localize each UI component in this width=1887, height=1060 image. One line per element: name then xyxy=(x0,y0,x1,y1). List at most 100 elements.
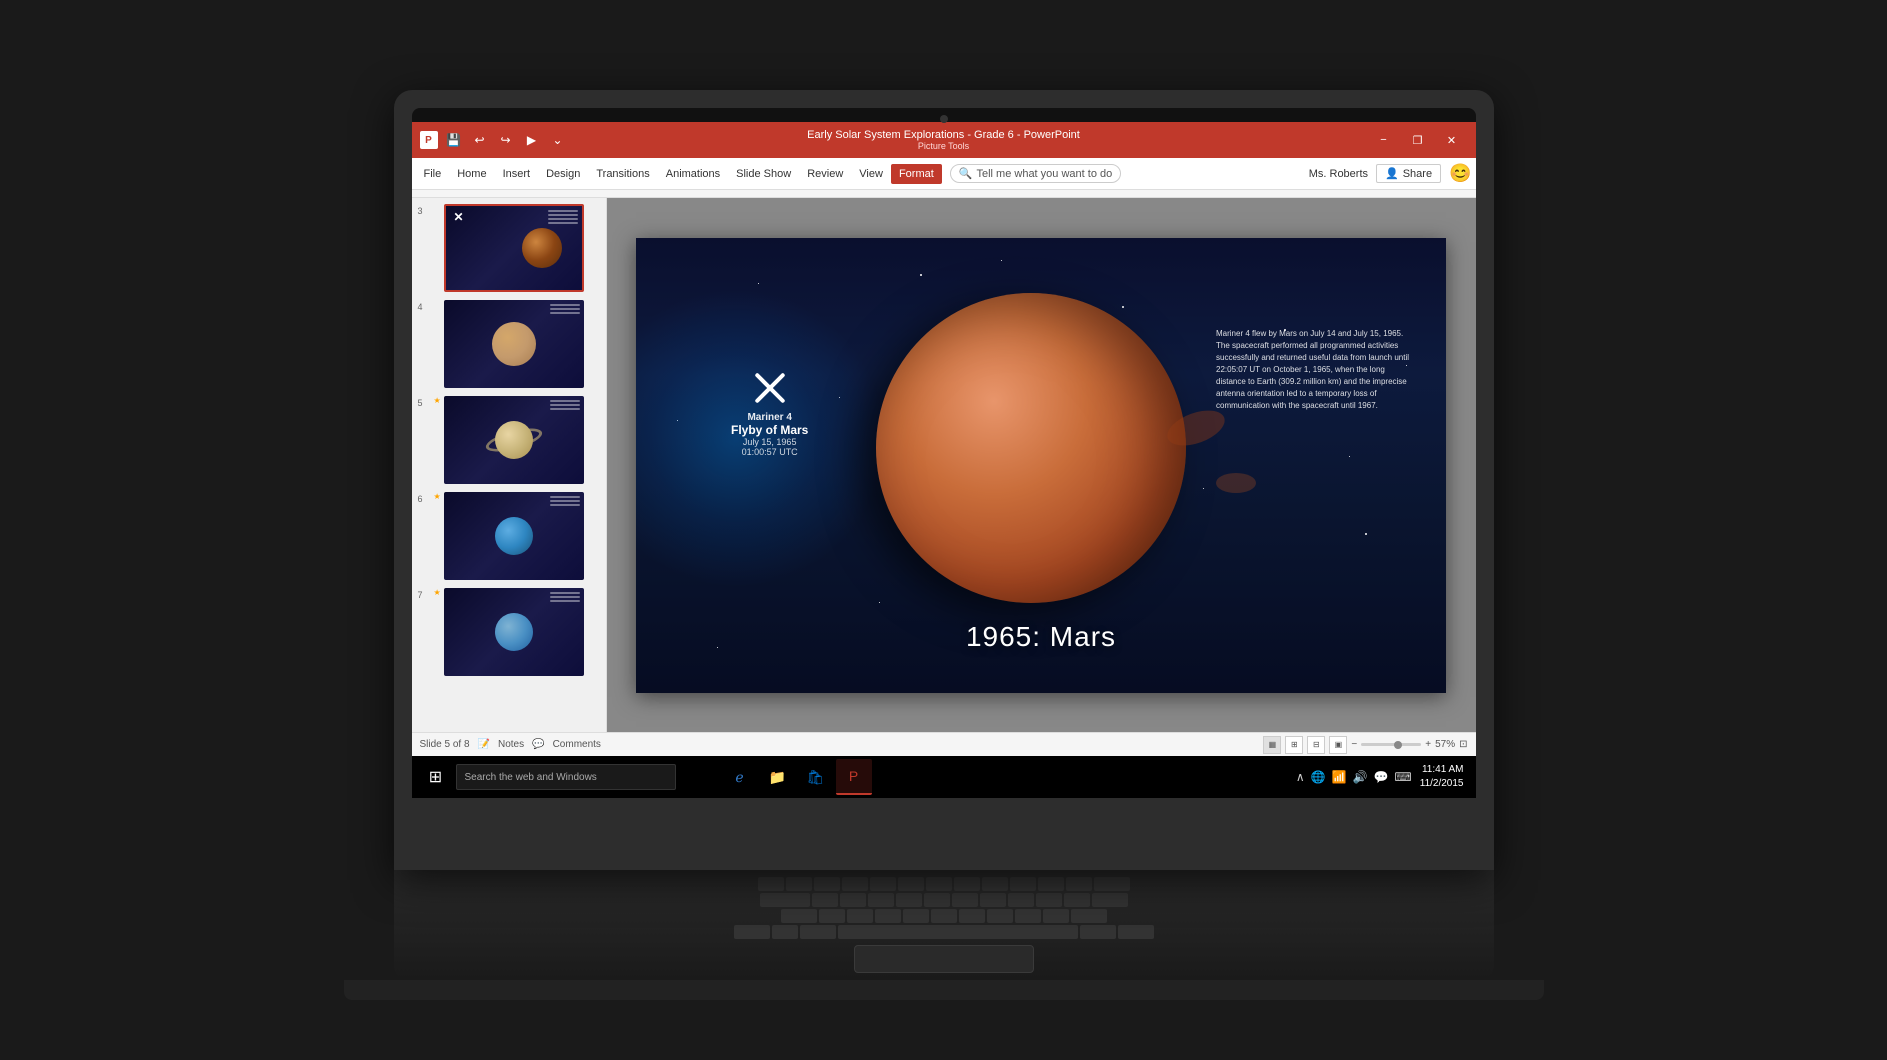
presentation-mode-button[interactable]: ▶ xyxy=(522,130,542,150)
mariner-event-title: Flyby of Mars xyxy=(731,423,808,437)
key-q xyxy=(758,877,784,891)
expand-tray-icon[interactable]: ∧ xyxy=(1296,770,1305,784)
menu-file[interactable]: File xyxy=(416,164,450,184)
taskbar-search[interactable]: Search the web and Windows xyxy=(456,764,676,790)
powerpoint-taskbar-icon[interactable]: P xyxy=(836,759,872,795)
key-i xyxy=(954,877,980,891)
menu-home[interactable]: Home xyxy=(449,164,494,184)
tell-me-text: Tell me what you want to do xyxy=(976,168,1112,180)
mariner-date: July 15, 1965 xyxy=(731,437,808,447)
key-u xyxy=(926,877,952,891)
key-n xyxy=(959,909,985,923)
slide-panel[interactable]: 3 ✕ xyxy=(412,198,607,732)
ribbon-area xyxy=(412,190,1476,198)
mariner-marker: Mariner 4 Flyby of Mars July 15, 1965 01… xyxy=(731,368,808,457)
slide-item-4[interactable]: 4 xyxy=(416,298,602,390)
key-shift-r xyxy=(1071,909,1107,923)
taskbar-right: ∧ 🌐 📶 🔊 💬 ⌨ 11:41 AM 11/2/2015 xyxy=(1296,763,1468,791)
slide-star-5: ★ xyxy=(434,396,444,405)
menu-animations[interactable]: Animations xyxy=(658,164,728,184)
key-d xyxy=(868,893,894,907)
slide-number-4: 4 xyxy=(418,302,434,312)
key-f xyxy=(896,893,922,907)
search-icon: 🔍 xyxy=(959,167,973,180)
key-alt-r xyxy=(1080,925,1116,939)
key-k xyxy=(1008,893,1034,907)
trackpad[interactable] xyxy=(854,945,1034,973)
wifi-icon[interactable]: 📶 xyxy=(1332,770,1347,784)
slide-thumb-6 xyxy=(444,492,584,580)
slide-display: Mariner 4 Flyby of Mars July 15, 1965 01… xyxy=(636,238,1446,693)
minimize-button[interactable]: − xyxy=(1368,129,1400,151)
undo-button[interactable]: ↩ xyxy=(470,130,490,150)
slide3-planet xyxy=(522,228,562,268)
zoom-percent: 57% xyxy=(1435,739,1455,750)
task-view-button[interactable]: ⧉ xyxy=(684,759,720,795)
presenter-view-button[interactable]: ▣ xyxy=(1329,736,1347,754)
redo-button[interactable]: ↪ xyxy=(496,130,516,150)
title-bar-left: P 💾 ↩ ↪ ▶ ⌄ xyxy=(420,130,568,150)
network-icon[interactable]: 🌐 xyxy=(1311,770,1326,784)
slide4-lines xyxy=(550,304,580,314)
status-bar: Slide 5 of 8 📝 Notes 💬 Comments ▦ ⊞ ⊟ ▣ … xyxy=(412,732,1476,756)
slide-item-7[interactable]: 7 ★ xyxy=(416,586,602,678)
slide7-lines xyxy=(550,592,580,602)
key-bracket xyxy=(1038,877,1064,891)
key-backspace xyxy=(1094,877,1130,891)
key-period xyxy=(1043,909,1069,923)
key-z xyxy=(819,909,845,923)
close-button[interactable]: ✕ xyxy=(1436,129,1468,151)
share-button[interactable]: 👤 Share xyxy=(1376,164,1441,183)
zoom-slider[interactable] xyxy=(1361,743,1421,746)
slide-number-3: 3 xyxy=(418,206,434,216)
slide-item-3[interactable]: 3 ✕ xyxy=(416,202,602,294)
store-icon[interactable]: 🛍 xyxy=(798,759,834,795)
key-o xyxy=(982,877,1008,891)
mars-surface-detail-2 xyxy=(1216,473,1256,493)
menu-slideshow[interactable]: Slide Show xyxy=(728,164,799,184)
save-button[interactable]: 💾 xyxy=(444,130,464,150)
menu-view[interactable]: View xyxy=(851,164,891,184)
edge-icon[interactable]: ℯ xyxy=(722,759,758,795)
notes-icon: 📝 xyxy=(478,739,490,750)
reading-view-button[interactable]: ⊟ xyxy=(1307,736,1325,754)
slide-canvas[interactable]: Mariner 4 Flyby of Mars July 15, 1965 01… xyxy=(607,198,1476,732)
start-button[interactable]: ⊞ xyxy=(420,761,452,793)
slide6-lines xyxy=(550,496,580,506)
mariner-name: Mariner 4 xyxy=(731,412,808,423)
key-b xyxy=(931,909,957,923)
slide5-lines xyxy=(550,400,580,410)
normal-view-button[interactable]: ▦ xyxy=(1263,736,1281,754)
mariner-label: Mariner 4 Flyby of Mars July 15, 1965 01… xyxy=(731,412,808,457)
comments-button[interactable]: Comments xyxy=(553,739,601,750)
menu-format[interactable]: Format xyxy=(891,164,942,184)
keyboard-icon[interactable]: ⌨ xyxy=(1394,770,1411,784)
fit-slide-button[interactable]: ⊡ xyxy=(1459,739,1467,750)
notes-button[interactable]: Notes xyxy=(498,739,524,750)
key-shift-l xyxy=(781,909,817,923)
menu-insert[interactable]: Insert xyxy=(495,164,539,184)
menu-review[interactable]: Review xyxy=(799,164,851,184)
key-t xyxy=(870,877,896,891)
key-ctrl xyxy=(734,925,770,939)
zoom-plus-button[interactable]: + xyxy=(1425,739,1431,750)
slide5-planet xyxy=(495,421,533,459)
slide-item-5[interactable]: 5 ★ xyxy=(416,394,602,486)
language-icon[interactable]: 💬 xyxy=(1373,770,1388,784)
volume-icon[interactable]: 🔊 xyxy=(1353,770,1368,784)
menu-transitions[interactable]: Transitions xyxy=(588,164,657,184)
key-semi xyxy=(1064,893,1090,907)
key-comma xyxy=(1015,909,1041,923)
slide-item-6[interactable]: 6 ★ xyxy=(416,490,602,582)
zoom-minus-button[interactable]: − xyxy=(1351,739,1357,750)
menu-bar-right: Ms. Roberts 👤 Share 😊 xyxy=(1309,163,1472,184)
explorer-icon[interactable]: 📁 xyxy=(760,759,796,795)
status-right: ▦ ⊞ ⊟ ▣ − + 57% ⊡ xyxy=(1263,736,1467,754)
key-bracket2 xyxy=(1066,877,1092,891)
slide-sorter-button[interactable]: ⊞ xyxy=(1285,736,1303,754)
menu-design[interactable]: Design xyxy=(538,164,588,184)
restore-button[interactable]: ❐ xyxy=(1402,129,1434,151)
customize-qat-button[interactable]: ⌄ xyxy=(548,130,568,150)
key-v xyxy=(903,909,929,923)
tell-me-input[interactable]: 🔍 Tell me what you want to do xyxy=(950,164,1121,183)
